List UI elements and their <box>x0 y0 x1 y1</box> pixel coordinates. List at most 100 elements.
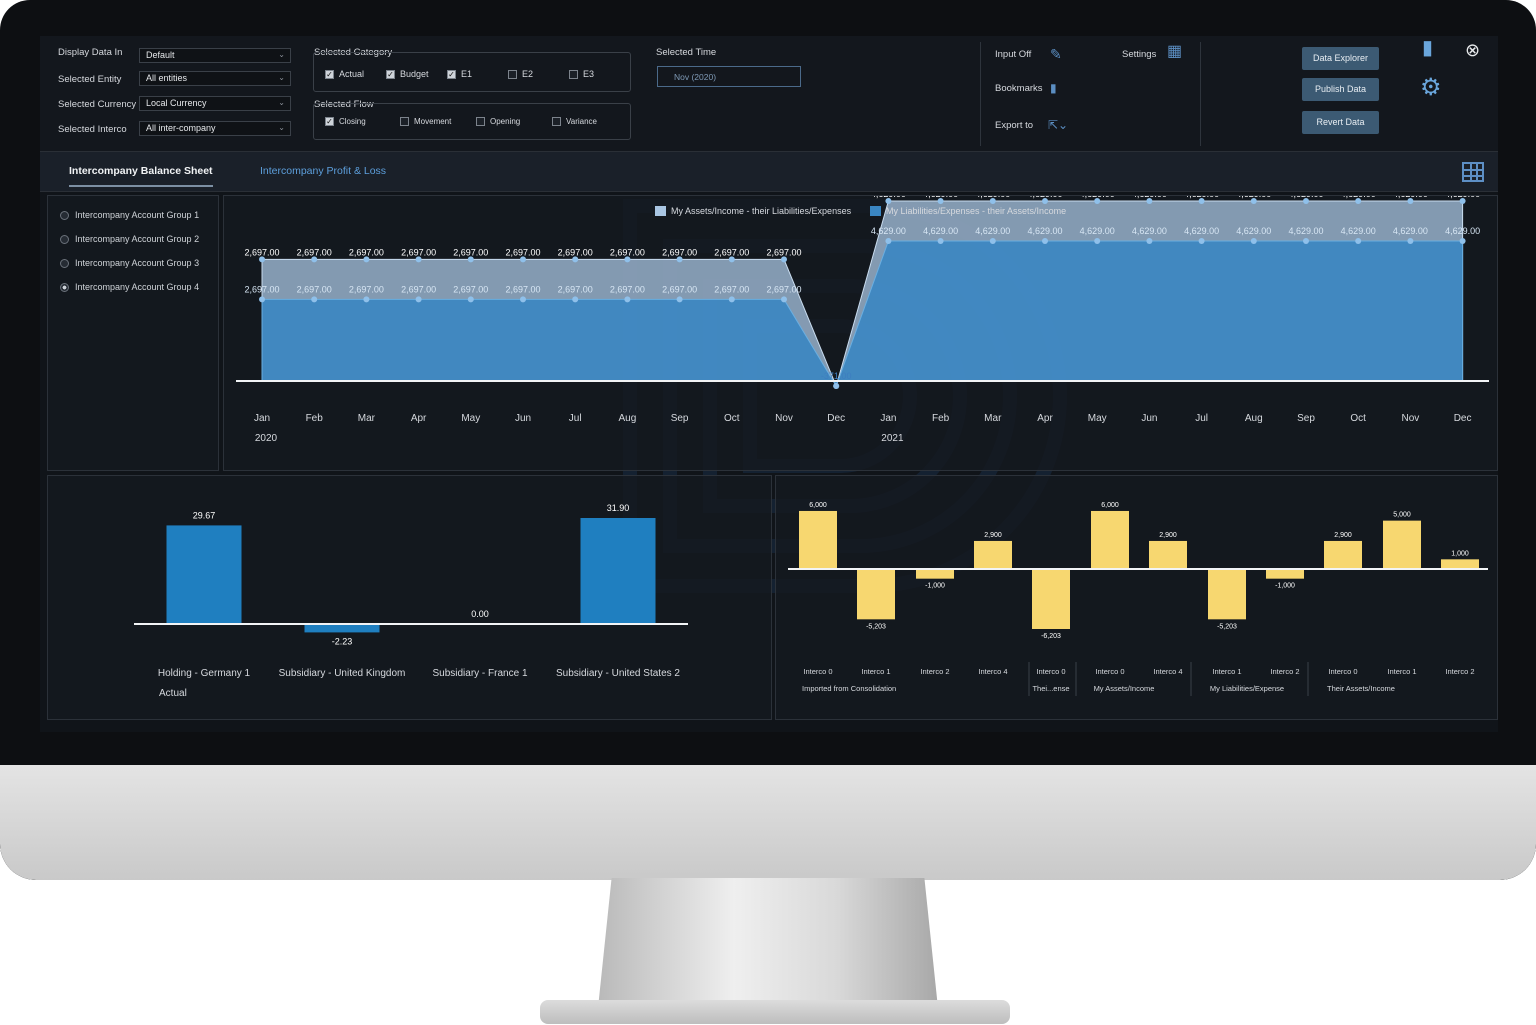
liabilities-point <box>572 296 579 303</box>
liabilities-point <box>1303 238 1309 244</box>
category-e2-checkbox[interactable]: E2 <box>508 69 533 79</box>
flow-closing-label: Closing <box>339 117 366 126</box>
mid-data-label: 4,629.00 <box>1027 226 1062 236</box>
mid-data-label: 2,697.00 <box>766 284 801 294</box>
export-icon[interactable]: ⇱⌄ <box>1048 118 1068 132</box>
radio-icon <box>60 258 69 268</box>
x-tick-label: Interco 2 <box>1445 667 1474 676</box>
mid-data-label: 4,629.00 <box>1393 226 1428 236</box>
account-group-1-radio[interactable]: Intercompany Account Group 1 <box>60 210 199 220</box>
x-tick-label: Mar <box>358 413 376 424</box>
top-data-label: 4,629.00 <box>1288 196 1323 199</box>
mid-data-label: 4,629.00 <box>871 226 906 236</box>
x-tick-label: Aug <box>1245 413 1263 424</box>
category-e3-checkbox[interactable]: E3 <box>569 69 594 79</box>
interco-bar-chart-panel: 6,000 Interco 0 -5,203 Interco 1 -1,000 Inter… <box>775 475 1498 720</box>
bar <box>1324 540 1362 569</box>
bar-value-label: 2,900 <box>1334 532 1352 539</box>
bar-value-label: -2.23 <box>332 636 353 646</box>
area-chart: 2,697.00 2,697.00 Jan 2,697.00 2,697.00 Feb 2,… <box>236 189 1489 444</box>
x-tick-label: Interco 0 <box>1095 667 1124 676</box>
chevron-down-icon: ⌄ <box>278 123 285 132</box>
unchecked-box-icon <box>476 117 485 126</box>
selected-currency-select[interactable]: Local Currency ⌄ <box>139 96 291 111</box>
grid-settings-icon[interactable]: ▦ <box>1167 44 1182 60</box>
group-label: My Liabilities/Expense <box>1210 684 1284 693</box>
bar <box>166 525 242 624</box>
category-e2-label: E2 <box>522 69 534 79</box>
flow-variance-checkbox[interactable]: Variance <box>552 117 597 126</box>
display-data-in-select[interactable]: Default ⌄ <box>139 48 291 63</box>
top-data-label: 2,697.00 <box>714 247 749 257</box>
selected-interco-select[interactable]: All inter-company ⌄ <box>139 121 291 136</box>
book-icon[interactable]: ▮ <box>1422 38 1433 58</box>
bar-value-label: 6,000 <box>809 502 827 509</box>
category-actual-label: Actual <box>339 69 365 79</box>
bar-value-label: 31.90 <box>607 503 630 513</box>
liabilities-point <box>415 296 422 303</box>
flow-movement-checkbox[interactable]: Movement <box>400 117 451 126</box>
selected-time-input[interactable]: Nov (2020) <box>657 66 801 87</box>
top-data-label: 2,697.00 <box>401 247 436 257</box>
flow-closing-checkbox[interactable]: ✓ Closing <box>325 117 366 126</box>
table-view-icon[interactable] <box>1462 162 1484 182</box>
legend-swatch-assets <box>655 206 666 216</box>
top-data-label: 2,697.00 <box>297 247 332 257</box>
selected-interco-label: Selected Interco <box>58 124 127 135</box>
bar <box>916 569 954 579</box>
flow-opening-label: Opening <box>490 117 521 126</box>
entity-bar-chart-panel: 29.67 Holding - Germany 1 -2.23 Subsidiary … <box>47 475 772 720</box>
gear-icon[interactable]: ⚙ <box>1420 76 1442 100</box>
liabilities-point <box>1355 238 1362 244</box>
category-e1-checkbox[interactable]: ✓ E1 <box>447 69 472 79</box>
close-icon[interactable]: ⊗ <box>1465 41 1480 59</box>
x-tick-label: Jul <box>1195 413 1208 424</box>
top-data-label: 4,629.00 <box>975 196 1010 199</box>
flow-movement-label: Movement <box>414 117 452 126</box>
bar-value-label: -5,203 <box>866 623 886 630</box>
display-data-in-label: Display Data In <box>58 47 123 58</box>
publish-data-button[interactable]: Publish Data <box>1302 78 1379 101</box>
category-budget-label: Budget <box>400 69 429 79</box>
account-group-2-radio[interactable]: Intercompany Account Group 2 <box>60 234 199 244</box>
top-data-label: 2,697.00 <box>453 247 488 257</box>
category-e1-label: E1 <box>461 69 473 79</box>
chevron-down-icon: ⌄ <box>278 50 285 59</box>
pencil-icon[interactable]: ✎ <box>1050 47 1062 61</box>
flow-variance-label: Variance <box>566 117 597 126</box>
revert-data-button[interactable]: Revert Data <box>1302 111 1379 134</box>
monitor-base <box>540 1000 1010 1024</box>
mid-data-label: 4,629.00 <box>1080 226 1115 236</box>
tab-intercompany-balance-sheet[interactable]: Intercompany Balance Sheet <box>69 165 213 187</box>
account-group-4-radio[interactable]: Intercompany Account Group 4 <box>60 282 199 292</box>
top-data-label: 4,629.00 <box>1184 196 1219 199</box>
top-data-label: 2,697.00 <box>505 247 540 257</box>
top-data-label: 4,629.00 <box>1132 196 1167 199</box>
bar-value-label: 1,000 <box>1451 550 1469 557</box>
category-budget-checkbox[interactable]: ✓ Budget <box>386 69 429 79</box>
account-group-3-radio[interactable]: Intercompany Account Group 3 <box>60 258 199 268</box>
flow-opening-checkbox[interactable]: Opening <box>476 117 520 126</box>
mid-data-label: 4,629.00 <box>1288 226 1323 236</box>
bar <box>580 518 656 624</box>
mid-data-label: 2,697.00 <box>297 284 332 294</box>
selected-entity-select[interactable]: All entities ⌄ <box>139 71 291 86</box>
data-explorer-button[interactable]: Data Explorer <box>1302 47 1379 70</box>
legend-swatch-liabilities <box>870 206 881 216</box>
x-tick-label: Interco 1 <box>1387 667 1416 676</box>
x-tick-label: Oct <box>724 413 740 424</box>
account-group-panel: Intercompany Account Group 1 Intercompan… <box>47 195 219 471</box>
monitor-chin <box>0 765 1536 880</box>
bar <box>1441 559 1479 569</box>
bookmark-icon[interactable]: ▮ <box>1050 81 1057 95</box>
check-icon: ✓ <box>325 69 334 79</box>
x-tick-label: Jun <box>1141 413 1157 424</box>
category-actual-checkbox[interactable]: ✓ Actual <box>325 69 364 79</box>
tab-intercompany-profit-loss[interactable]: Intercompany Profit & Loss <box>260 165 386 177</box>
mid-data-label: 2,697.00 <box>244 284 279 294</box>
x-tick-label: Jun <box>515 413 531 424</box>
x-tick-label: Subsidiary - United Kingdom <box>279 668 406 679</box>
x-tick-label: Interco 0 <box>1036 667 1065 676</box>
x-tick-label: Jan <box>254 413 270 424</box>
x-tick-label: Aug <box>619 413 637 424</box>
